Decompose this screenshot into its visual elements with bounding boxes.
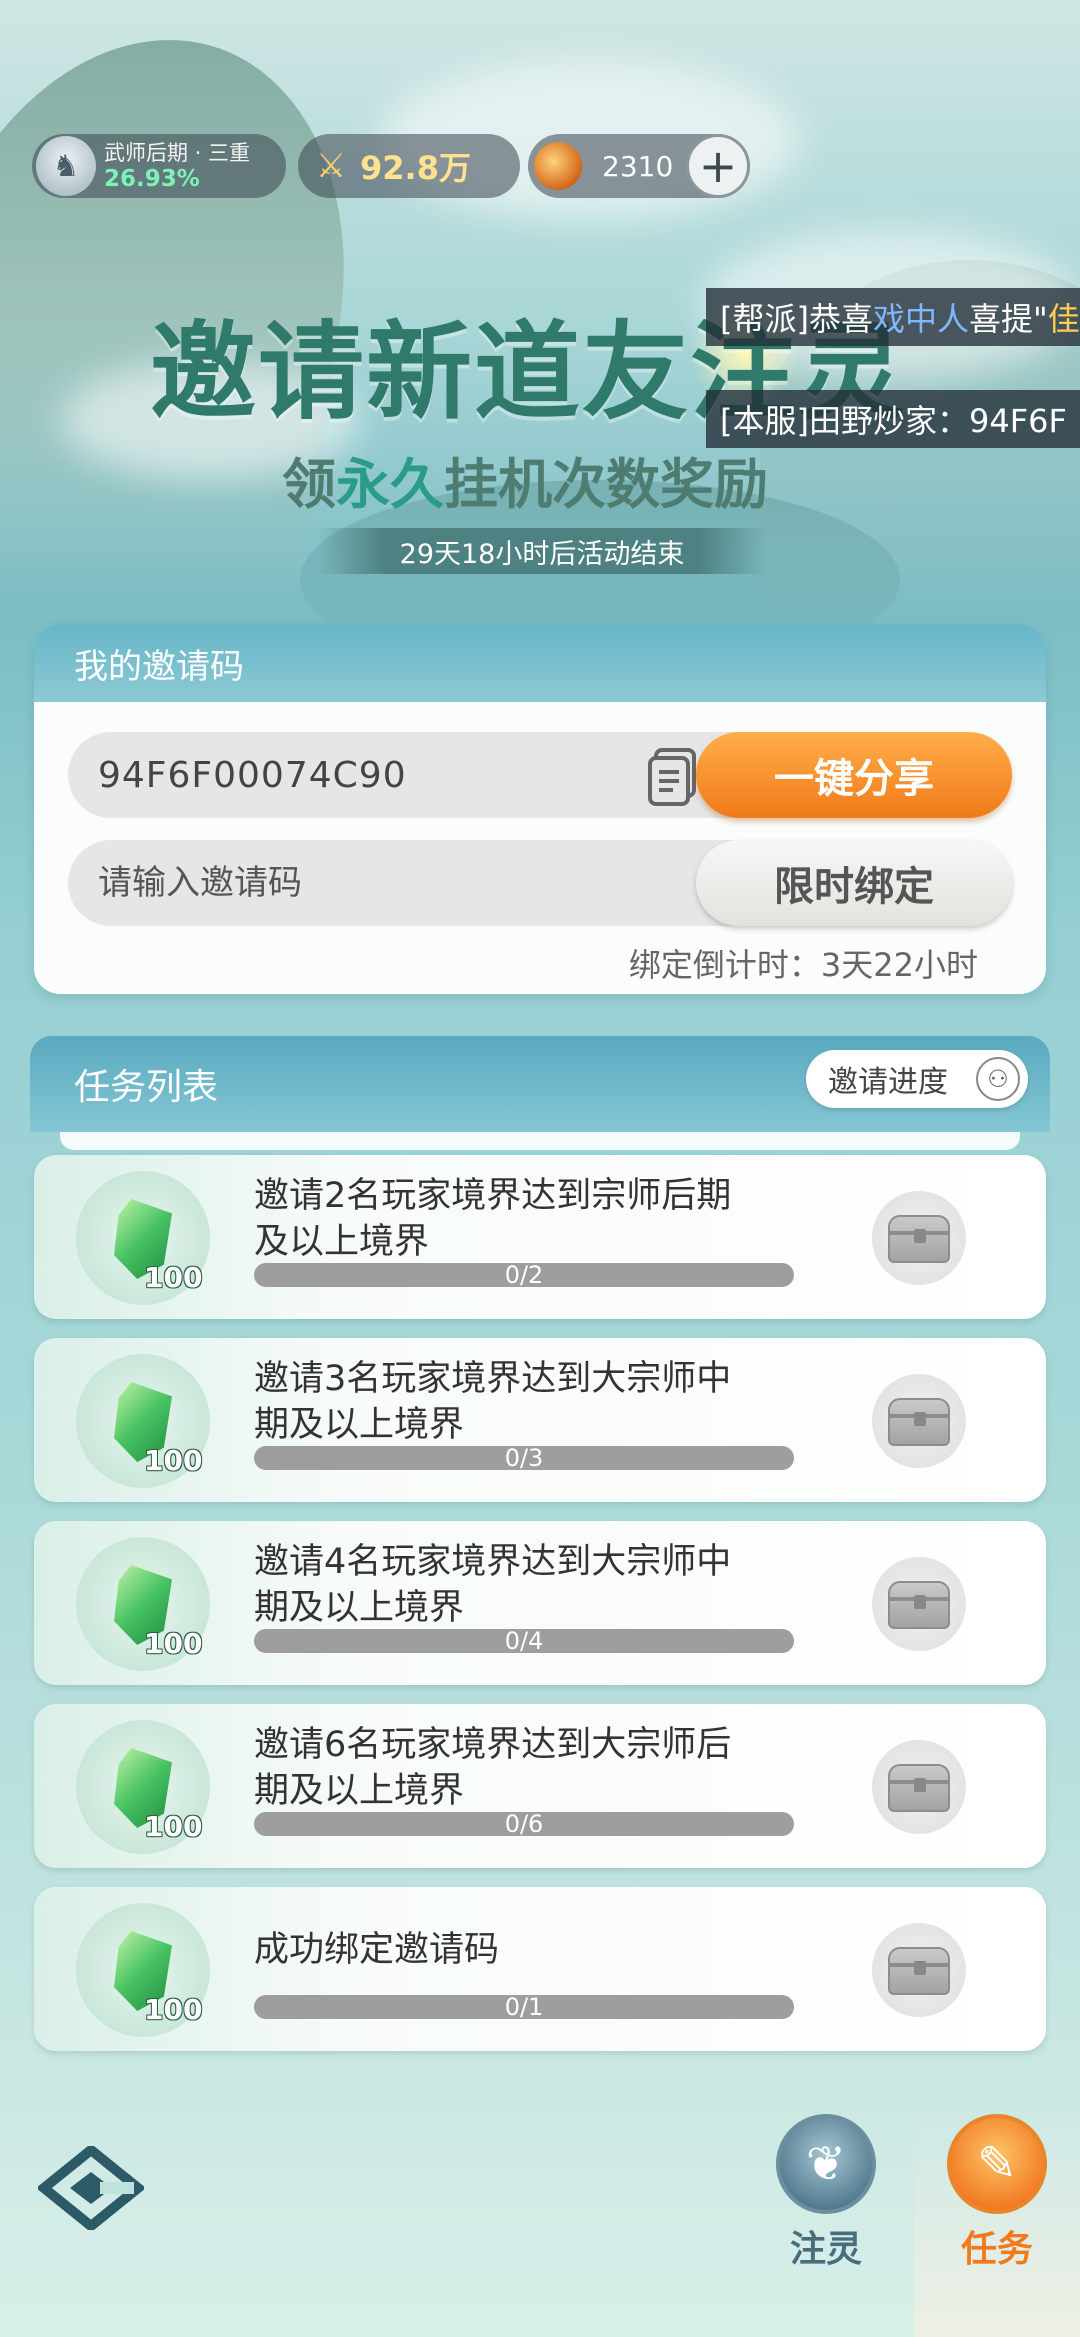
nav-lingzhu-label: 注灵 xyxy=(789,2229,862,2270)
event-subtitle: 领永久挂机次数奖励 xyxy=(282,440,768,519)
bind-button[interactable]: 限时绑定 xyxy=(696,840,1012,926)
reward-icon-wrapper[interactable]: 100 xyxy=(76,1537,210,1671)
reward-icon-wrapper[interactable]: 100 xyxy=(76,1903,210,2037)
task-title-line: 邀请2名玩家境界达到宗师后期 xyxy=(254,1176,732,1216)
task-title-line: 期及以上境界 xyxy=(254,1588,465,1628)
task-title-line: 邀请4名玩家境界达到大宗师中 xyxy=(254,1542,732,1582)
task-progress-text: 0/3 xyxy=(504,1444,544,1472)
task-title: 邀请2名玩家境界达到宗师后期 及以上境界 xyxy=(254,1173,794,1265)
chat-message-server[interactable]: [本服]田野炒家：94F6F xyxy=(706,390,1080,448)
treasure-chest-icon[interactable] xyxy=(872,1923,966,2017)
invite-progress-label: 邀请进度 xyxy=(828,1065,948,1100)
invite-code-card: 我的邀请码 94F6F00074C90 一键分享 限时绑定 绑定倒计时：3天22… xyxy=(34,624,1046,994)
scroll-task-icon: ✎ xyxy=(947,2114,1047,2214)
task-progress-text: 0/1 xyxy=(504,1993,544,2021)
spirit-coin-icon xyxy=(534,142,582,190)
treasure-chest-icon[interactable] xyxy=(872,1374,966,1468)
combat-power-value: 92.8万 xyxy=(360,149,471,187)
nav-task-label: 任务 xyxy=(960,2229,1033,2270)
subtitle-emphasis: 永久 xyxy=(336,452,444,516)
treasure-chest-icon[interactable] xyxy=(872,1191,966,1285)
task-title-line: 期及以上境界 xyxy=(254,1771,465,1811)
reward-icon-wrapper[interactable]: 100 xyxy=(76,1171,210,1305)
person-add-icon: ⚇ xyxy=(976,1057,1020,1101)
invite-input-row: 限时绑定 xyxy=(68,840,1012,926)
task-title: 邀请4名玩家境界达到大宗师中 期及以上境界 xyxy=(254,1539,794,1631)
invite-code-input[interactable] xyxy=(68,840,688,926)
invite-card-header: 我的邀请码 xyxy=(34,624,1046,702)
task-title: 邀请6名玩家境界达到大宗师后 期及以上境界 xyxy=(254,1722,794,1814)
task-progress-bar: 0/6 xyxy=(254,1812,794,1836)
realm-name: 武师后期 · 三重 xyxy=(104,141,251,165)
reward-icon-wrapper[interactable]: 100 xyxy=(76,1354,210,1488)
task-item: 100 邀请4名玩家境界达到大宗师中 期及以上境界 0/4 xyxy=(34,1521,1046,1685)
task-title-line: 期及以上境界 xyxy=(254,1405,465,1445)
task-item: 100 邀请3名玩家境界达到大宗师中 期及以上境界 0/3 xyxy=(34,1338,1046,1502)
realm-progress: 26.93% xyxy=(104,166,200,192)
reward-icon-wrapper[interactable]: 100 xyxy=(76,1720,210,1854)
event-countdown: 29天18小时后活动结束 xyxy=(318,528,766,574)
invite-progress-button[interactable]: 邀请进度 ⚇ xyxy=(806,1050,1028,1108)
chat-player-name: 戏中人 xyxy=(872,300,969,338)
chat-suffix: 喜提" xyxy=(969,300,1048,338)
task-title-line: 成功绑定邀请码 xyxy=(254,1930,500,1970)
task-progress-text: 0/6 xyxy=(504,1810,544,1838)
treasure-chest-icon[interactable] xyxy=(872,1557,966,1651)
task-progress-bar: 0/2 xyxy=(254,1263,794,1287)
currency-display: 2310 + xyxy=(528,134,750,198)
task-title: 成功绑定邀请码 xyxy=(254,1927,794,1973)
chat-prefix: [帮派]恭喜 xyxy=(720,300,873,338)
add-currency-button[interactable]: + xyxy=(686,134,750,198)
task-progress-text: 0/4 xyxy=(504,1627,544,1655)
invite-code-value: 94F6F00074C90 xyxy=(98,754,407,796)
invite-code-row: 94F6F00074C90 一键分享 xyxy=(68,732,1012,818)
task-title-line: 邀请3名玩家境界达到大宗师中 xyxy=(254,1359,732,1399)
task-progress-bar: 0/3 xyxy=(254,1446,794,1470)
character-avatar-icon: ♞ xyxy=(36,136,96,196)
reward-quantity: 100 xyxy=(144,1993,203,2026)
task-item: 100 成功绑定邀请码 0/1 xyxy=(34,1887,1046,2051)
subtitle-post: 挂机次数奖励 xyxy=(444,452,768,516)
task-progress-bar: 0/1 xyxy=(254,1995,794,2019)
crossed-swords-icon: ⚔ xyxy=(315,146,347,186)
leaf-spirit-icon: ❦ xyxy=(776,2114,876,2214)
reward-quantity: 100 xyxy=(144,1444,203,1477)
task-progress-bar: 0/4 xyxy=(254,1629,794,1653)
bind-countdown: 绑定倒计时：3天22小时 xyxy=(628,946,978,984)
task-item: 100 邀请6名玩家境界达到大宗师后 期及以上境界 0/6 xyxy=(34,1704,1046,1868)
subtitle-pre: 领 xyxy=(282,452,336,516)
reward-quantity: 100 xyxy=(144,1261,203,1294)
game-logo-icon[interactable] xyxy=(38,2146,144,2230)
copy-icon[interactable] xyxy=(646,748,700,806)
share-button[interactable]: 一键分享 xyxy=(696,732,1012,818)
chat-tail: 佳 xyxy=(1047,300,1080,338)
reward-quantity: 100 xyxy=(144,1627,203,1660)
task-title-line: 及以上境界 xyxy=(254,1222,430,1262)
task-progress-text: 0/2 xyxy=(504,1261,544,1289)
realm-status[interactable]: ♞ 武师后期 · 三重 26.93% xyxy=(32,134,286,198)
chat-message-guild[interactable]: [帮派]恭喜 戏中人 喜提" 佳 xyxy=(706,288,1080,346)
task-title: 邀请3名玩家境界达到大宗师中 期及以上境界 xyxy=(254,1356,794,1448)
nav-lingzhu[interactable]: ❦ 注灵 xyxy=(753,2114,899,2274)
task-item: 100 邀请2名玩家境界达到宗师后期 及以上境界 0/2 xyxy=(34,1155,1046,1319)
task-list-header: 任务列表 邀请进度 ⚇ xyxy=(30,1036,1050,1150)
task-list-title: 任务列表 xyxy=(74,1067,219,1108)
task-title-line: 邀请6名玩家境界达到大宗师后 xyxy=(254,1725,732,1765)
currency-value: 2310 xyxy=(602,149,674,183)
treasure-chest-icon[interactable] xyxy=(872,1740,966,1834)
combat-power[interactable]: ⚔ 92.8万 xyxy=(298,134,520,198)
reward-quantity: 100 xyxy=(144,1810,203,1843)
nav-task[interactable]: ✎ 任务 xyxy=(914,2114,1080,2337)
